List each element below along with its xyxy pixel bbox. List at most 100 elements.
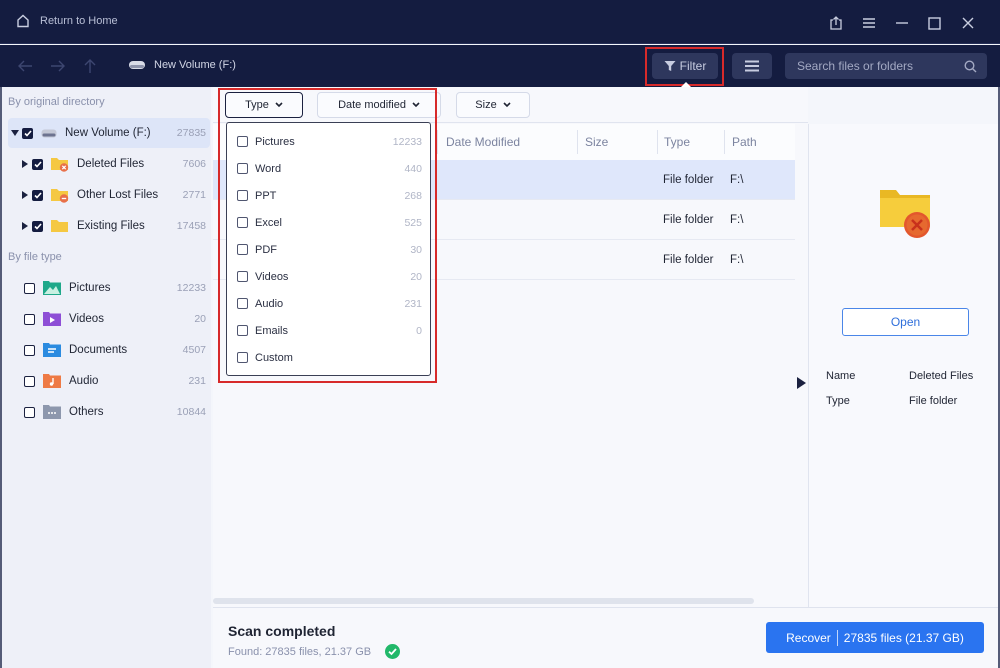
type-option-pictures[interactable]: Pictures 12233	[227, 128, 430, 155]
collapse-panel-arrow[interactable]	[797, 377, 806, 389]
scan-found-text: Found: 27835 files, 21.37 GB	[228, 645, 372, 658]
search-input[interactable]	[797, 59, 964, 73]
checkbox[interactable]	[237, 325, 248, 336]
filetype-label: Documents	[69, 344, 128, 356]
sidebar: By original directory New Volume (F:) 27…	[0, 87, 211, 668]
tree-item-new-volume[interactable]: New Volume (F:) 27835	[8, 118, 210, 148]
filetype-label: Audio	[69, 375, 99, 387]
column-divider[interactable]	[577, 130, 578, 154]
app-menu-button[interactable]	[852, 12, 885, 34]
tree-item-label: Deleted Files	[77, 158, 145, 170]
column-divider[interactable]	[657, 130, 658, 154]
expand-toggle[interactable]	[18, 222, 32, 230]
checkbox[interactable]	[24, 344, 35, 356]
filetype-item-others[interactable]: Others 10844	[24, 397, 210, 427]
checkbox[interactable]	[24, 375, 35, 387]
close-button[interactable]	[951, 12, 984, 34]
checkbox[interactable]	[32, 220, 43, 232]
option-label: Excel	[255, 216, 282, 229]
tree-item-label: New Volume (F:)	[65, 127, 151, 139]
title-bar: Return to Home	[0, 0, 1000, 44]
column-header-type[interactable]: Type	[664, 135, 690, 149]
cell-path: F:\	[730, 254, 744, 266]
search-icon[interactable]	[964, 59, 977, 73]
check-icon	[33, 222, 42, 230]
collapse-toggle[interactable]	[8, 130, 22, 136]
type-option-pdf[interactable]: PDF 30	[227, 236, 430, 263]
type-filter-button[interactable]: Type	[225, 92, 303, 118]
breadcrumb[interactable]: New Volume (F:)	[128, 59, 236, 71]
tree-item-label: Existing Files	[77, 220, 145, 232]
size-filter-label: Size	[475, 99, 497, 111]
date-filter-button[interactable]: Date modified	[317, 92, 441, 118]
type-option-audio[interactable]: Audio 231	[227, 290, 430, 317]
folder-icon	[51, 219, 69, 233]
checkbox[interactable]	[237, 190, 248, 201]
checkbox[interactable]	[237, 352, 248, 363]
checkbox[interactable]	[237, 271, 248, 282]
column-divider[interactable]	[437, 130, 438, 154]
tree-item-other-lost-files[interactable]: Other Lost Files 2771	[18, 180, 210, 210]
column-header-path[interactable]: Path	[732, 135, 757, 149]
cell-type: File folder	[663, 174, 714, 186]
option-count: 12233	[392, 135, 422, 148]
filetype-item-videos[interactable]: Videos 20	[24, 304, 210, 334]
checkbox[interactable]	[32, 158, 43, 170]
recover-button[interactable]: Recover 27835 files (21.37 GB)	[766, 622, 984, 653]
back-button[interactable]	[15, 56, 35, 76]
checkbox[interactable]	[24, 313, 35, 325]
horizontal-scrollbar[interactable]	[213, 598, 754, 604]
forward-button[interactable]	[48, 56, 68, 76]
checkbox[interactable]	[237, 244, 248, 255]
detail-name-key: Name	[826, 370, 856, 382]
type-option-ppt[interactable]: PPT 268	[227, 182, 430, 209]
expand-toggle[interactable]	[18, 191, 32, 199]
checkbox[interactable]	[32, 189, 43, 201]
date-filter-label: Date modified	[338, 99, 406, 111]
checkbox[interactable]	[237, 136, 248, 147]
open-button[interactable]: Open	[842, 308, 969, 336]
drive-icon	[129, 61, 145, 69]
checkbox[interactable]	[237, 163, 248, 174]
search-box[interactable]	[785, 53, 987, 79]
navigation-bar: New Volume (F:) Filter	[0, 45, 1000, 87]
expand-toggle[interactable]	[18, 160, 32, 168]
return-home-button[interactable]: Return to Home	[16, 14, 118, 28]
checkbox[interactable]	[237, 217, 248, 228]
filter-button[interactable]: Filter	[652, 53, 718, 79]
type-option-emails[interactable]: Emails 0	[227, 317, 430, 344]
export-button[interactable]	[819, 12, 852, 34]
checkbox[interactable]	[22, 127, 33, 139]
recover-summary: 27835 files (21.37 GB)	[843, 630, 964, 645]
column-header-size[interactable]: Size	[585, 135, 608, 149]
filetype-item-pictures[interactable]: Pictures 12233	[24, 273, 210, 303]
filetype-item-documents[interactable]: Documents 4507	[24, 335, 210, 365]
minimize-button[interactable]	[885, 12, 918, 34]
maximize-button[interactable]	[918, 12, 951, 34]
type-option-excel[interactable]: Excel 525	[227, 209, 430, 236]
view-menu-button[interactable]	[732, 53, 772, 79]
tree-item-existing-files[interactable]: Existing Files 17458	[18, 211, 210, 241]
checkbox[interactable]	[24, 282, 35, 294]
detail-type-key: Type	[826, 395, 850, 407]
option-label: PDF	[255, 243, 277, 256]
type-option-word[interactable]: Word 440	[227, 155, 430, 182]
column-divider[interactable]	[724, 130, 725, 154]
tree-item-deleted-files[interactable]: Deleted Files 7606	[18, 149, 210, 179]
type-option-videos[interactable]: Videos 20	[227, 263, 430, 290]
column-header-date[interactable]: Date Modified	[446, 135, 520, 149]
filetype-item-audio[interactable]: Audio 231	[24, 366, 210, 396]
filetype-section-title: By file type	[8, 251, 62, 263]
option-count: 0	[416, 324, 422, 337]
check-icon	[33, 160, 42, 168]
checkbox[interactable]	[24, 406, 35, 418]
videos-icon	[43, 312, 61, 326]
checkbox[interactable]	[237, 298, 248, 309]
maximize-icon	[928, 16, 941, 30]
option-count: 231	[404, 297, 422, 310]
arrow-left-icon	[18, 60, 32, 72]
export-icon	[829, 16, 842, 30]
type-option-custom[interactable]: Custom	[227, 344, 430, 371]
up-button[interactable]	[80, 56, 100, 76]
size-filter-button[interactable]: Size	[456, 92, 530, 118]
